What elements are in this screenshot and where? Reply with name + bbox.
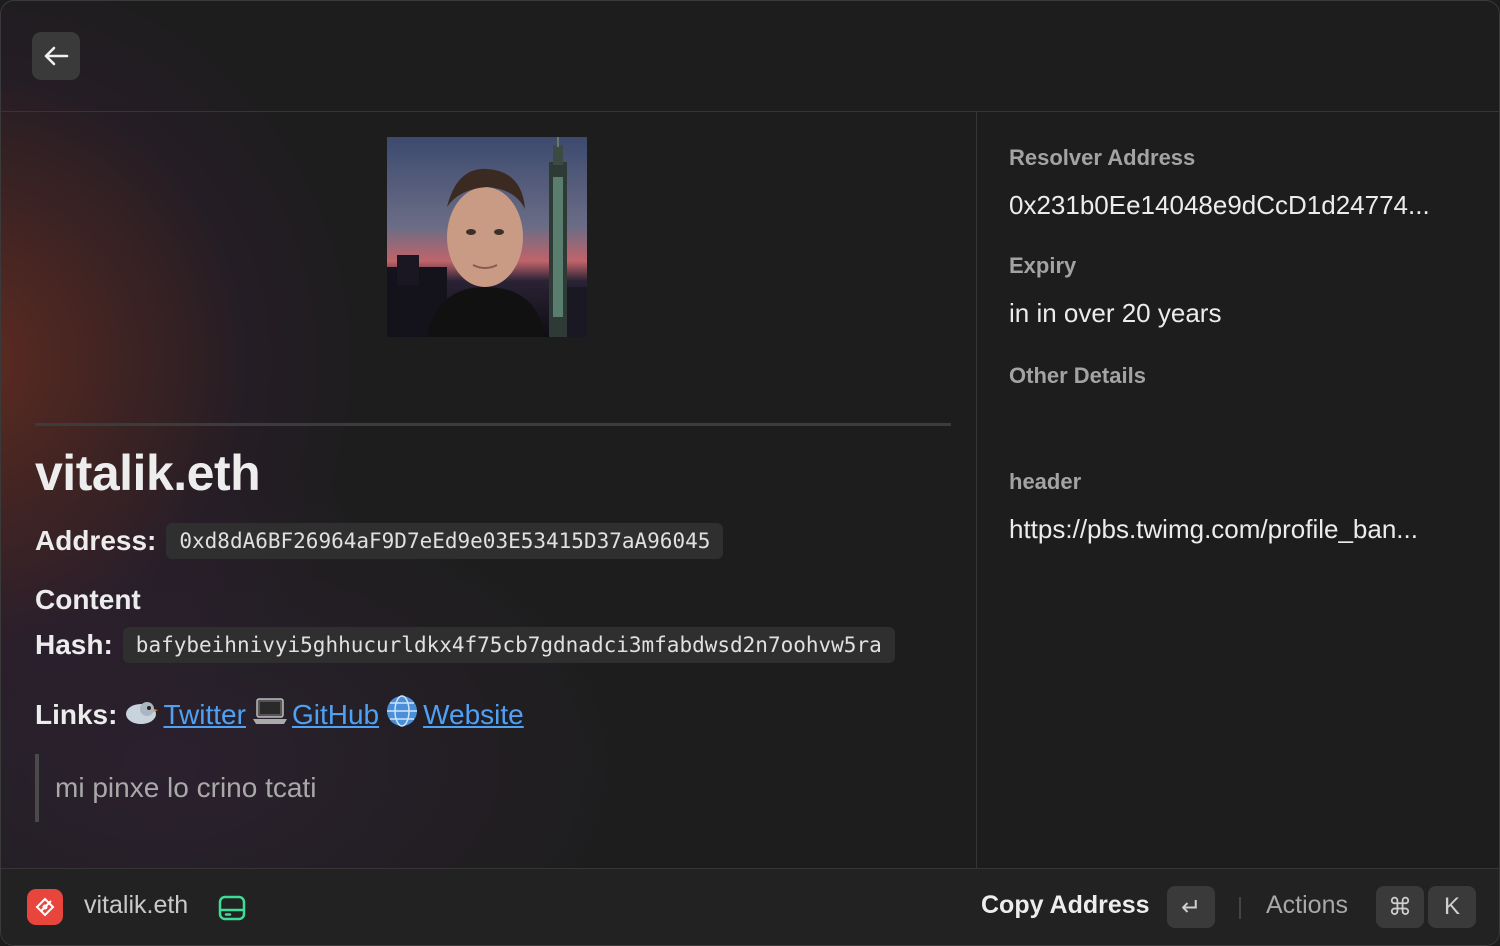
copy-address-button[interactable]: Copy Address (981, 891, 1150, 920)
resolver-label: Resolver Address (1009, 145, 1196, 170)
drive-icon (217, 893, 247, 928)
links-label: Links: (35, 698, 118, 730)
address-label: Address: (35, 525, 157, 556)
actions-button[interactable]: Actions (1266, 891, 1348, 920)
expiry-value: in in over 20 years (1009, 298, 1222, 328)
avatar (387, 137, 587, 337)
window: vitalik.eth Address: 0xd8dA6BF26964aF9D7… (0, 0, 1500, 946)
twitter-link[interactable]: Twitter (163, 699, 245, 731)
divider (35, 423, 951, 426)
github-link[interactable]: GitHub (292, 699, 379, 731)
enter-key[interactable]: ↵ (1167, 886, 1215, 928)
bird-icon (123, 696, 159, 733)
expiry-label: Expiry (1009, 253, 1077, 278)
hash-label: Hash: (35, 629, 113, 660)
arrow-left-icon (44, 46, 69, 66)
k-key[interactable]: K (1428, 886, 1476, 928)
ens-name: vitalik.eth (35, 445, 261, 501)
action-bar: vitalik.eth Copy Address ↵ Actions ⌘ K (1, 868, 1499, 945)
globe-icon (385, 694, 419, 735)
header-value: https://pbs.twimg.com/profile_ban... (1009, 514, 1418, 544)
footer-title: vitalik.eth (84, 891, 189, 919)
metadata-panel: Resolver Address 0x231b0Ee14048e9dCcD1d2… (976, 112, 1499, 868)
resolver-value: 0x231b0Ee14048e9dCcD1d24774... (1009, 190, 1430, 220)
separator (1239, 897, 1241, 919)
top-bar (1, 1, 1499, 112)
app-icon (27, 889, 63, 925)
content-hash-value: bafybeihnivyi5ghhucurldkx4f75cb7gdnadci3… (122, 627, 895, 663)
address-row: Address: 0xd8dA6BF26964aF9D7eEd9e03E5341… (35, 523, 724, 559)
laptop-icon (252, 696, 288, 733)
description-quote: mi pinxe lo crino tcati (35, 754, 316, 822)
website-link[interactable]: Website (423, 699, 524, 731)
address-value: 0xd8dA6BF26964aF9D7eEd9e03E53415D37aA960… (166, 523, 724, 559)
links-row: Links: Twitter GitHub Website (35, 694, 524, 735)
other-details-label: Other Details (1009, 363, 1146, 388)
command-key[interactable]: ⌘ (1376, 886, 1424, 928)
detail-main: vitalik.eth Address: 0xd8dA6BF26964aF9D7… (1, 112, 975, 868)
content-hash-row: Hash: bafybeihnivyi5ghhucurldkx4f75cb7gd… (35, 627, 895, 663)
back-button[interactable] (32, 32, 80, 80)
content-label: Content (35, 584, 141, 615)
header-label: header (1009, 469, 1082, 494)
